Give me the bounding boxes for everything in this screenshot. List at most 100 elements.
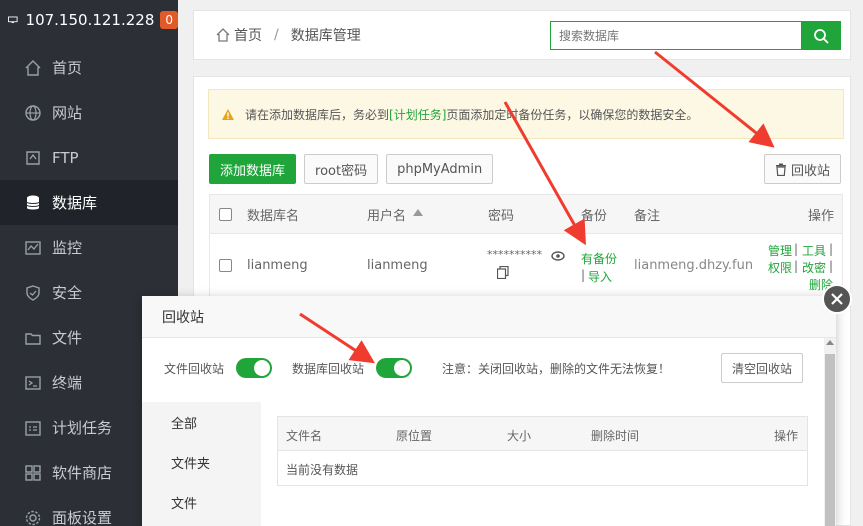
db-remark[interactable]: lianmeng.dhzy.fun — [634, 258, 753, 273]
root-password-button[interactable]: root密码 — [304, 154, 379, 184]
sidebar-item-label: 文件 — [52, 329, 83, 347]
recycle-bin-modal: 回收站 文件回收站 数据库回收站 注意：关闭回收站，删除的文件无法恢复！ 清空回… — [142, 296, 836, 526]
backup-link[interactable]: 有备份 — [581, 250, 617, 267]
modal-close-button[interactable] — [822, 284, 852, 314]
sidebar-item-label: 监控 — [52, 239, 83, 257]
sidebar-item-label: 数据库 — [52, 194, 98, 212]
add-database-button[interactable]: 添加数据库 — [209, 154, 297, 184]
header-remark: 备注 — [634, 208, 661, 224]
recycle-warning: 注意：关闭回收站，删除的文件无法恢复！ — [442, 361, 671, 376]
db-user: lianmeng — [367, 258, 428, 273]
home-icon — [216, 28, 230, 42]
copy-icon[interactable] — [497, 266, 509, 279]
scroll-thumb[interactable] — [825, 354, 835, 526]
close-icon — [831, 293, 843, 305]
db-recycle-toggle[interactable] — [376, 358, 413, 378]
header-delete-time: 删除时间 — [591, 429, 640, 443]
clock-icon — [24, 419, 42, 437]
manage-link[interactable]: 管理 — [768, 242, 792, 259]
tools-link[interactable]: 工具 — [802, 242, 826, 259]
phpmyadmin-button[interactable]: phpMyAdmin — [386, 154, 494, 184]
category-folder[interactable]: 文件夹 — [142, 442, 261, 482]
breadcrumb-home[interactable]: 首页 — [234, 25, 262, 45]
recycle-table: 文件名 原位置 大小 删除时间 操作 当前没有数据 — [277, 416, 808, 486]
header-ops: 操作 — [808, 208, 835, 224]
empty-row: 当前没有数据 — [278, 451, 807, 485]
op-separator: | — [794, 242, 799, 256]
notification-badge[interactable]: 0 — [160, 11, 178, 29]
grid-icon — [24, 464, 42, 482]
monitor-icon — [8, 16, 18, 24]
file-recycle-label: 文件回收站 — [164, 361, 225, 376]
recycle-category-list: 全部 文件夹 文件 — [142, 402, 261, 526]
home-icon — [24, 59, 42, 77]
top-bar: 首页 / 数据库管理 — [193, 10, 851, 60]
search-box — [550, 21, 841, 50]
sidebar-item-ftp[interactable]: FTP — [0, 135, 178, 180]
sidebar-item-globe[interactable]: 网站 — [0, 90, 178, 135]
shield-icon — [24, 284, 42, 302]
recycle-bin-label: 回收站 — [790, 163, 830, 179]
breadcrumb-separator: / — [274, 27, 279, 43]
sidebar-item-label: 计划任务 — [52, 419, 113, 437]
sidebar-item-label: FTP — [52, 148, 79, 167]
server-ip: 107.150.121.228 — [25, 11, 155, 29]
monitor-icon — [24, 239, 42, 257]
database-table: 数据库名 用户名 密码 备份 备注 操作 lianmeng lianmeng *… — [209, 194, 843, 298]
backup-separator: | — [581, 268, 586, 282]
header-backup: 备份 — [581, 208, 608, 224]
modal-title: 回收站 — [142, 296, 836, 338]
sidebar-item-label: 网站 — [52, 104, 83, 122]
category-all[interactable]: 全部 — [142, 402, 261, 442]
header-username[interactable]: 用户名 — [367, 205, 406, 224]
header-filename: 文件名 — [286, 429, 323, 443]
clear-recycle-button[interactable]: 清空回收站 — [721, 353, 804, 383]
header-original-location: 原位置 — [396, 429, 433, 443]
permission-link[interactable]: 权限 — [768, 259, 792, 276]
sidebar-item-home[interactable]: 首页 — [0, 45, 178, 90]
breadcrumb: 首页 / 数据库管理 — [216, 25, 361, 45]
modal-toolbar: 文件回收站 数据库回收站 注意：关闭回收站，删除的文件无法恢复！ 清空回收站 — [142, 338, 824, 398]
sidebar-item-database[interactable]: 数据库 — [0, 180, 178, 225]
db-name: lianmeng — [247, 258, 308, 273]
breadcrumb-current: 数据库管理 — [290, 28, 361, 44]
scroll-up-icon[interactable] — [826, 340, 834, 345]
search-button[interactable] — [801, 22, 840, 49]
backup-notice: 请在添加数据库后，务必到 [计划任务] 页面添加定时备份任务，以确保您的数据安全… — [208, 89, 844, 139]
sort-up-icon[interactable] — [413, 209, 423, 216]
op-separator: | — [829, 259, 834, 273]
database-icon — [24, 194, 42, 212]
category-file[interactable]: 文件 — [142, 482, 261, 522]
notice-suffix: 页面添加定时备份任务，以确保您的数据安全。 — [446, 107, 699, 122]
db-password: ********** — [487, 248, 542, 261]
sidebar-item-monitor[interactable]: 监控 — [0, 225, 178, 270]
row-checkbox[interactable] — [219, 259, 232, 272]
server-header[interactable]: 107.150.121.228 0 — [0, 0, 178, 40]
modal-scrollbar[interactable] — [824, 338, 836, 526]
db-recycle-label: 数据库回收站 — [292, 361, 365, 376]
sidebar-item-label: 软件商店 — [52, 464, 113, 482]
select-all-checkbox[interactable] — [219, 207, 232, 221]
header-size: 大小 — [507, 429, 532, 443]
sidebar-item-label: 安全 — [52, 284, 83, 302]
file-recycle-toggle[interactable] — [236, 358, 273, 378]
recycle-bin-button[interactable]: 回收站 — [763, 154, 841, 184]
ftp-icon — [24, 149, 42, 167]
gear-icon — [24, 509, 42, 526]
table-row: lianmeng lianmeng ********** 有备份 | 导入 li… — [209, 234, 843, 298]
table-header: 数据库名 用户名 密码 备份 备注 操作 — [209, 194, 843, 234]
op-separator: | — [829, 242, 834, 256]
toolbar: 添加数据库 root密码 phpMyAdmin — [209, 154, 494, 184]
eye-icon[interactable] — [551, 251, 565, 261]
change-password-link[interactable]: 改密 — [802, 259, 826, 276]
sidebar-item-label: 面板设置 — [52, 509, 113, 526]
sidebar-item-label: 首页 — [52, 59, 83, 77]
cron-task-link[interactable]: [计划任务] — [389, 106, 446, 123]
header-db-name[interactable]: 数据库名 — [247, 205, 299, 224]
trash-icon — [775, 163, 786, 176]
search-input[interactable] — [551, 22, 801, 49]
import-link[interactable]: 导入 — [588, 268, 612, 285]
header-operations: 操作 — [774, 429, 799, 443]
globe-icon — [24, 104, 42, 122]
search-icon — [813, 28, 829, 44]
